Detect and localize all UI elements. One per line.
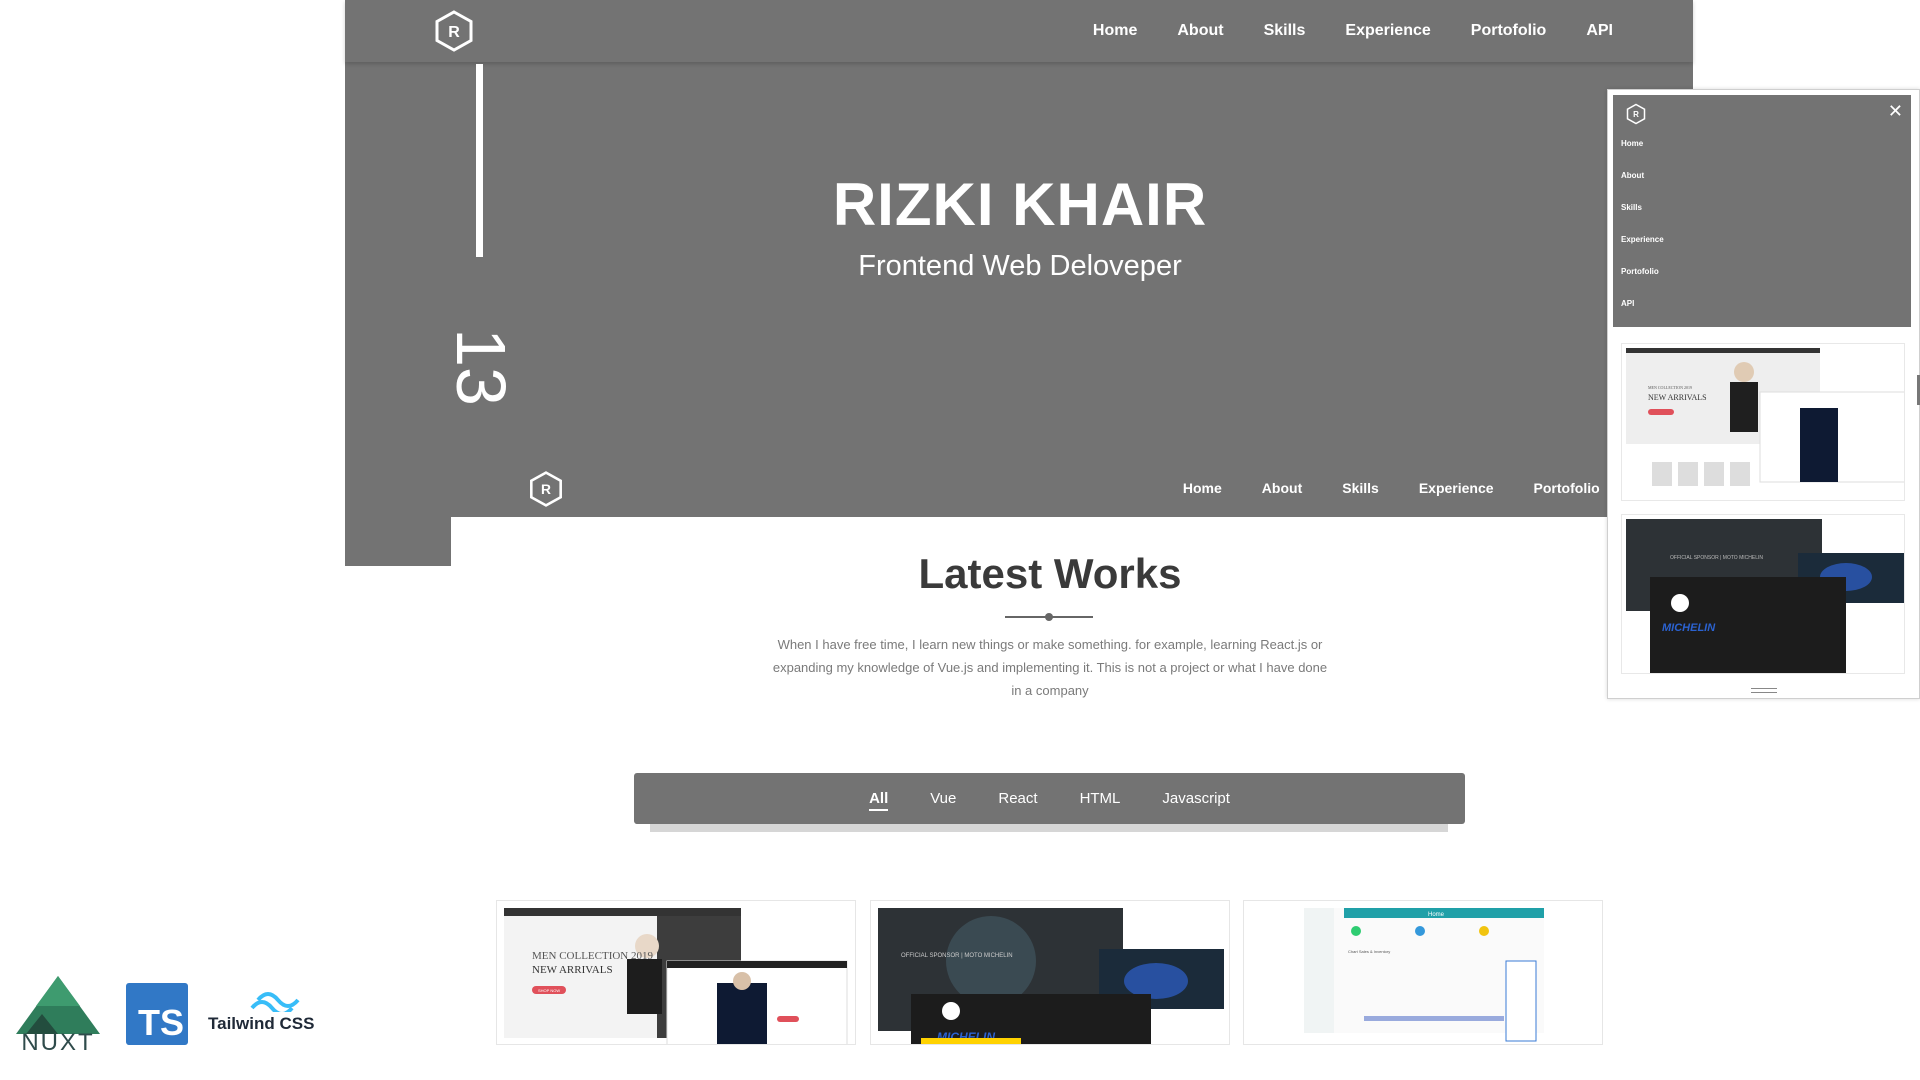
sticky-navbar: R Home About Skills Experience Portofoli…	[451, 458, 1693, 517]
mobile-shop-screenshot: MEN COLLECTION 2019 NEW ARRIVALS	[1626, 348, 1904, 486]
tailwind-logo: Tailwind CSS	[208, 990, 330, 1034]
mobile-nav-drawer: R ✕ Home About Skills Experience Portofo…	[1613, 95, 1911, 327]
hero-title: RIZKI KHAIR	[832, 171, 1208, 238]
tailwind-icon	[250, 992, 300, 1012]
nav-about[interactable]: About	[1262, 480, 1302, 496]
nav-portofolio[interactable]: Portofolio	[1471, 22, 1547, 40]
top-navbar: R Home About Skills Experience Portofoli…	[345, 0, 1693, 62]
work-card-dashboard[interactable]: Home Chart Sales & Inventory	[1243, 900, 1603, 1045]
filter-all[interactable]: All	[869, 790, 889, 811]
top-nav-menu: Home About Skills Experience Portofolio …	[1053, 0, 1613, 62]
svg-text:R: R	[448, 24, 460, 41]
svg-text:MEN COLLECTION 2019: MEN COLLECTION 2019	[1648, 385, 1692, 390]
mobile-preview: R ✕ Home About Skills Experience Portofo…	[1607, 89, 1920, 699]
filter-bar-shadow	[650, 823, 1448, 832]
brand-logo-icon[interactable]: R	[432, 9, 476, 53]
filter-vue[interactable]: Vue	[930, 790, 956, 807]
mobile-nav-api[interactable]: API	[1621, 299, 1664, 331]
nav-api[interactable]: API	[1586, 22, 1613, 40]
svg-text:NEW ARRIVALS: NEW ARRIVALS	[532, 964, 613, 976]
mobile-work-card-moto[interactable]: OFFICIAL SPONSOR | MOTO MICHELIN MICHELI…	[1621, 514, 1905, 674]
mobile-nav-menu: Home About Skills Experience Portofolio …	[1621, 139, 1664, 331]
svg-text:MICHELIN: MICHELIN	[1662, 622, 1716, 634]
nav-experience[interactable]: Experience	[1345, 22, 1430, 40]
svg-text:MEN COLLECTION 2019: MEN COLLECTION 2019	[532, 950, 653, 962]
svg-text:OFFICIAL SPONSOR | MOTO MICHEL: OFFICIAL SPONSOR | MOTO MICHELIN	[901, 953, 1013, 959]
typescript-label: TS	[137, 1002, 184, 1043]
section-title: Latest Works	[918, 550, 1182, 597]
svg-text:SHOP NOW: SHOP NOW	[538, 988, 560, 993]
mobile-nav-home[interactable]: Home	[1621, 139, 1664, 171]
moto-screenshot: OFFICIAL SPONSOR | MOTO MICHELIN MICHELI…	[878, 908, 1224, 1044]
mobile-nav-skills[interactable]: Skills	[1621, 203, 1664, 235]
mobile-moto-screenshot: OFFICIAL SPONSOR | MOTO MICHELIN MICHELI…	[1626, 519, 1904, 673]
filter-javascript[interactable]: Javascript	[1162, 790, 1230, 807]
hero-vertical-line	[476, 64, 483, 257]
nav-about[interactable]: About	[1177, 22, 1223, 40]
nav-skills[interactable]: Skills	[1342, 480, 1379, 496]
mobile-nav-experience[interactable]: Experience	[1621, 235, 1664, 267]
hero-rotated-number: 13	[442, 328, 520, 406]
filter-react[interactable]: React	[998, 790, 1037, 807]
svg-text:OFFICIAL SPONSOR | MOTO MICHEL: OFFICIAL SPONSOR | MOTO MICHELIN	[1670, 555, 1763, 561]
work-card-shop[interactable]: MEN COLLECTION 2019 NEW ARRIVALS SHOP NO…	[496, 900, 856, 1045]
filter-html[interactable]: HTML	[1080, 790, 1121, 807]
nav-home[interactable]: Home	[1183, 480, 1222, 496]
svg-text:NEW ARRIVALS: NEW ARRIVALS	[1648, 393, 1707, 402]
svg-text:NUXT: NUXT	[21, 1029, 94, 1052]
svg-text:Home: Home	[1428, 912, 1445, 918]
nav-skills[interactable]: Skills	[1264, 22, 1306, 40]
filter-tabs: All Vue React HTML Javascript	[634, 773, 1465, 824]
work-card-moto[interactable]: OFFICIAL SPONSOR | MOTO MICHELIN MICHELI…	[870, 900, 1230, 1045]
section-description: When I have free time, I learn new thing…	[772, 637, 1328, 698]
close-icon[interactable]: ✕	[1888, 101, 1903, 122]
nav-portofolio[interactable]: Portofolio	[1534, 480, 1600, 496]
mobile-nav-about[interactable]: About	[1621, 171, 1664, 203]
typescript-logo: TS	[126, 983, 188, 1045]
tailwind-label: Tailwind CSS	[208, 1014, 315, 1033]
svg-text:Chart Sales & Inventory: Chart Sales & Inventory	[1348, 949, 1390, 954]
drag-handle[interactable]	[1751, 688, 1777, 693]
sticky-nav-menu: Home About Skills Experience Portofolio …	[1143, 458, 1663, 517]
shop-screenshot: MEN COLLECTION 2019 NEW ARRIVALS SHOP NO…	[504, 908, 848, 1044]
nuxt-logo: NUXT	[12, 974, 104, 1056]
brand-logo-icon[interactable]: R	[527, 470, 565, 508]
svg-text:R: R	[1633, 110, 1639, 119]
nav-home[interactable]: Home	[1093, 22, 1137, 40]
brand-logo-icon[interactable]: R	[1625, 103, 1647, 125]
svg-text:R: R	[541, 481, 551, 497]
mobile-work-card-shop[interactable]: MEN COLLECTION 2019 NEW ARRIVALS	[1621, 343, 1905, 501]
nuxt-icon: NUXT	[16, 976, 100, 1056]
nav-experience[interactable]: Experience	[1419, 480, 1494, 496]
mobile-nav-portofolio[interactable]: Portofolio	[1621, 267, 1664, 299]
screen: R Home About Skills Experience Portofoli…	[0, 0, 1920, 1080]
dashboard-screenshot: Home Chart Sales & Inventory	[1304, 908, 1544, 1042]
title-divider	[1005, 612, 1093, 622]
hero-subtitle: Frontend Web Deloveper	[858, 250, 1182, 282]
